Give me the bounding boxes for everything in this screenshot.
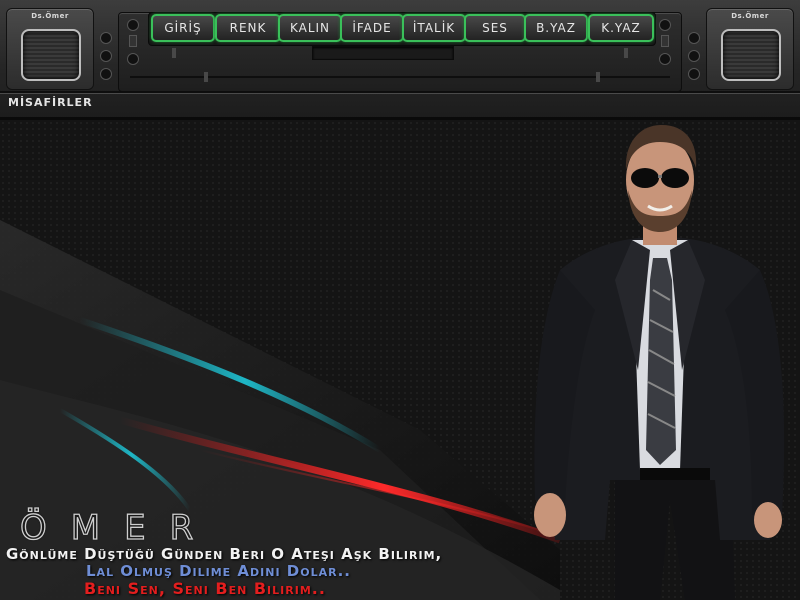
italik-button[interactable]: İTALİK — [402, 14, 466, 42]
display-slot — [312, 46, 454, 60]
knob-icon — [100, 32, 112, 44]
man-in-suit-photo — [534, 124, 785, 600]
ses-button[interactable]: SES — [464, 14, 526, 42]
b-yaz-button[interactable]: B.YAZ — [524, 14, 588, 42]
right-speaker: Ds.Ömer — [706, 8, 794, 90]
slider-handle[interactable] — [204, 72, 208, 82]
speaker-grille-icon — [721, 29, 781, 81]
poem-line-3: Beni Sen, Seni Ben Bilirim.. — [84, 579, 326, 598]
k-yaz-button[interactable]: K.YAZ — [588, 14, 654, 42]
poem-line-2: Lal Olmuş Dilime Adını Dolar.. — [86, 562, 351, 580]
ifade-button[interactable]: İFADE — [340, 14, 404, 42]
slider-track — [130, 76, 670, 78]
speaker-grille-icon — [21, 29, 81, 81]
renk-button[interactable]: RENK — [215, 14, 281, 42]
knob-icon — [127, 19, 139, 31]
signature-name: ÖMER — [19, 507, 218, 548]
giris-button[interactable]: GİRİŞ — [151, 14, 215, 42]
knob-icon — [100, 50, 112, 62]
knob-icon — [127, 53, 139, 65]
knob-icon — [688, 32, 700, 44]
slider-handle[interactable] — [596, 72, 600, 82]
knob-icon — [659, 19, 671, 31]
knob-icon — [100, 68, 112, 80]
guests-label: MİSAFİRLER — [8, 96, 93, 109]
slider-handle[interactable] — [172, 48, 176, 58]
knob-icon — [659, 53, 671, 65]
switch-icon — [129, 35, 137, 47]
left-speaker: Ds.Ömer — [6, 8, 94, 90]
left-speaker-label: Ds.Ömer — [31, 12, 69, 20]
right-speaker-label: Ds.Ömer — [731, 12, 769, 20]
knob-icon — [688, 50, 700, 62]
kalin-button[interactable]: KALIN — [278, 14, 342, 42]
knob-icon — [688, 68, 700, 80]
switch-icon — [661, 35, 669, 47]
poem-line-1: Gönlüme Düştüğü Günden Beri O Ateşi Aşk … — [6, 545, 443, 563]
slider-handle[interactable] — [624, 48, 628, 58]
toolbar-panel: Ds.Ömer Ds.Ömer GİRİŞ RENK KALIN İFADE İ… — [0, 0, 800, 120]
